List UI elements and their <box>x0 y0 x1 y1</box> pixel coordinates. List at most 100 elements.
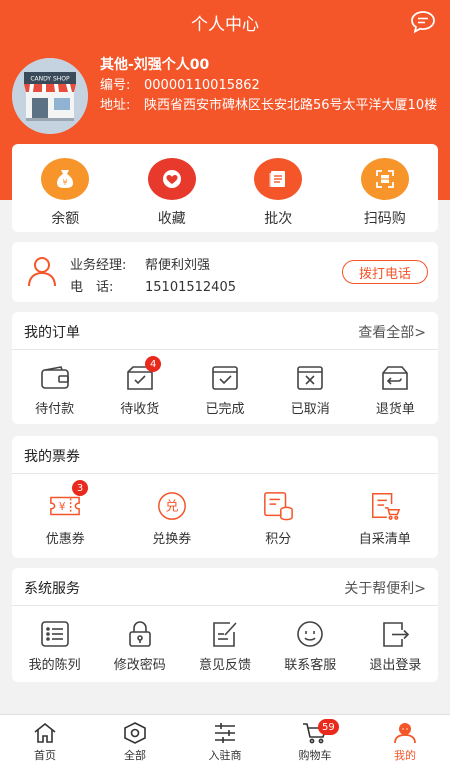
box-x-icon <box>294 364 326 392</box>
heart-icon <box>147 158 196 200</box>
orders-card: 我的订单 查看全部> 待付款 4 待收货 已完成 已取消 退货单 <box>12 312 438 424</box>
purchase-list-icon <box>369 490 401 522</box>
tab-home[interactable]: 首页 <box>0 715 90 765</box>
service-change-password-label: 修改密码 <box>113 658 166 673</box>
order-pending-payment[interactable]: 待付款 <box>12 350 97 422</box>
ticket-points[interactable]: 积分 <box>225 474 332 556</box>
service-feedback-label: 意见反馈 <box>199 658 252 673</box>
services-header: 系统服务 关于帮便利> <box>12 568 438 606</box>
avatar-sign-text: CANDY SHOP <box>30 76 70 83</box>
service-logout[interactable]: 退出登录 <box>353 606 438 678</box>
order-completed[interactable]: 已完成 <box>182 350 267 422</box>
manager-phone-row: 电 话: 15101512405 <box>70 276 236 295</box>
home-icon <box>31 721 59 745</box>
quick-balance[interactable]: ¥ 余额 <box>12 144 119 232</box>
user-address-value: 陕西省西安市碑林区长安北路56号太平洋大厦10楼 <box>144 98 438 113</box>
ticket-points-label: 积分 <box>265 532 292 547</box>
ticket-purchase-list-label: 自采清单 <box>358 532 411 547</box>
ticket-purchase-list[interactable]: 自采清单 <box>332 474 439 556</box>
ticket-coupons[interactable]: ¥ 3 优惠券 <box>12 474 119 556</box>
scan-icon <box>360 158 409 200</box>
cart-badge: 59 <box>318 719 339 735</box>
user-icon <box>391 721 419 745</box>
quick-balance-label: 余额 <box>51 211 80 227</box>
ticket-exchange-label: 兑换券 <box>152 532 192 547</box>
bottom-tab-bar: 首页 全部 入驻商 59 购物车 我的 <box>0 714 450 765</box>
tab-all-label: 全部 <box>124 749 146 762</box>
tickets-row: ¥ 3 优惠券 兑 兑换券 积分 自采清单 <box>12 474 438 556</box>
coupon-badge: 3 <box>72 480 88 496</box>
profile-section: CANDY SHOP 其他-刘强个人00 编号: 00000110015862 地… <box>12 54 438 136</box>
quick-favorites[interactable]: 收藏 <box>119 144 226 232</box>
top-bar: 个人中心 <box>0 0 450 44</box>
exchange-icon: 兑 <box>156 490 188 522</box>
orders-title: 我的订单 <box>24 325 80 341</box>
manager-phone-value: 15101512405 <box>145 280 236 295</box>
quick-scan[interactable]: 扫码购 <box>332 144 439 232</box>
quick-batch[interactable]: 批次 <box>225 144 332 232</box>
svg-text:¥: ¥ <box>63 178 68 187</box>
tab-merchants[interactable]: 入驻商 <box>180 715 270 765</box>
money-bag-icon: ¥ <box>41 158 90 200</box>
manager-role-label: 业务经理: <box>70 258 127 273</box>
user-name: 其他-刘强个人00 <box>100 57 210 73</box>
service-logout-label: 退出登录 <box>369 658 422 673</box>
manager-card: 业务经理: 帮便利刘强 电 话: 15101512405 拨打电话 <box>12 242 438 302</box>
user-id-row: 编号: 00000110015862 <box>100 76 260 96</box>
document-icon <box>254 158 303 200</box>
ticket-coupons-label: 优惠券 <box>45 532 85 547</box>
services-row: 我的陈列 修改密码 意见反馈 联系客服 退出登录 <box>12 606 438 678</box>
tab-mine[interactable]: 我的 <box>360 715 450 765</box>
order-returns[interactable]: 退货单 <box>353 350 438 422</box>
tab-home-label: 首页 <box>34 749 56 762</box>
points-icon <box>262 490 294 522</box>
order-cancelled[interactable]: 已取消 <box>268 350 353 422</box>
tab-merchants-label: 入驻商 <box>208 749 242 762</box>
service-feedback[interactable]: 意见反馈 <box>182 606 267 678</box>
orders-row: 待付款 4 待收货 已完成 已取消 退货单 <box>12 350 438 422</box>
service-my-display[interactable]: 我的陈列 <box>12 606 97 678</box>
wallet-icon <box>39 364 71 392</box>
feedback-icon <box>209 620 241 648</box>
category-icon <box>121 721 149 745</box>
user-address-label: 地址: <box>100 98 131 113</box>
list-icon <box>39 620 71 648</box>
ticket-exchange[interactable]: 兑 兑换券 <box>119 474 226 556</box>
manager-role-row: 业务经理: 帮便利刘强 <box>70 254 210 273</box>
tab-mine-label: 我的 <box>394 749 416 762</box>
orders-view-all-link[interactable]: 查看全部> <box>358 322 426 342</box>
tab-cart-label: 购物车 <box>298 749 332 762</box>
user-address-row: 地址: 陕西省西安市碑林区长安北路56号太平洋大厦10楼 <box>100 96 440 116</box>
pending-receipt-badge: 4 <box>145 356 162 372</box>
services-about-link[interactable]: 关于帮便利> <box>344 578 426 598</box>
order-completed-label: 已完成 <box>205 402 245 417</box>
tickets-header: 我的票券 <box>12 436 438 474</box>
avatar[interactable]: CANDY SHOP <box>12 58 88 134</box>
box-check-icon <box>209 364 241 392</box>
call-button[interactable]: 拨打电话 <box>342 260 428 284</box>
order-pending-receipt[interactable]: 4 待收货 <box>97 350 182 422</box>
service-change-password[interactable]: 修改密码 <box>97 606 182 678</box>
message-icon[interactable] <box>410 10 436 34</box>
quick-scan-label: 扫码购 <box>363 211 406 227</box>
order-pending-payment-label: 待付款 <box>35 402 75 417</box>
manager-icon <box>26 254 58 288</box>
user-id-label: 编号: <box>100 78 131 93</box>
service-contact[interactable]: 联系客服 <box>268 606 353 678</box>
exchange-icon-text: 兑 <box>165 499 178 515</box>
order-pending-receipt-label: 待收货 <box>120 402 160 417</box>
quick-batch-label: 批次 <box>264 211 293 227</box>
services-card: 系统服务 关于帮便利> 我的陈列 修改密码 意见反馈 联系客服 退出登录 <box>12 568 438 682</box>
tab-cart[interactable]: 59 购物车 <box>270 715 360 765</box>
tickets-title: 我的票券 <box>24 449 80 465</box>
orders-header: 我的订单 查看全部> <box>12 312 438 350</box>
page-title: 个人中心 <box>191 14 259 35</box>
service-face-icon <box>294 620 326 648</box>
return-box-icon <box>379 364 411 392</box>
manager-phone-label: 电 话: <box>70 280 114 295</box>
service-my-display-label: 我的陈列 <box>28 658 81 673</box>
order-returns-label: 退货单 <box>375 402 415 417</box>
tab-all[interactable]: 全部 <box>90 715 180 765</box>
user-id-value: 00000110015862 <box>144 78 260 93</box>
logout-icon <box>379 620 411 648</box>
